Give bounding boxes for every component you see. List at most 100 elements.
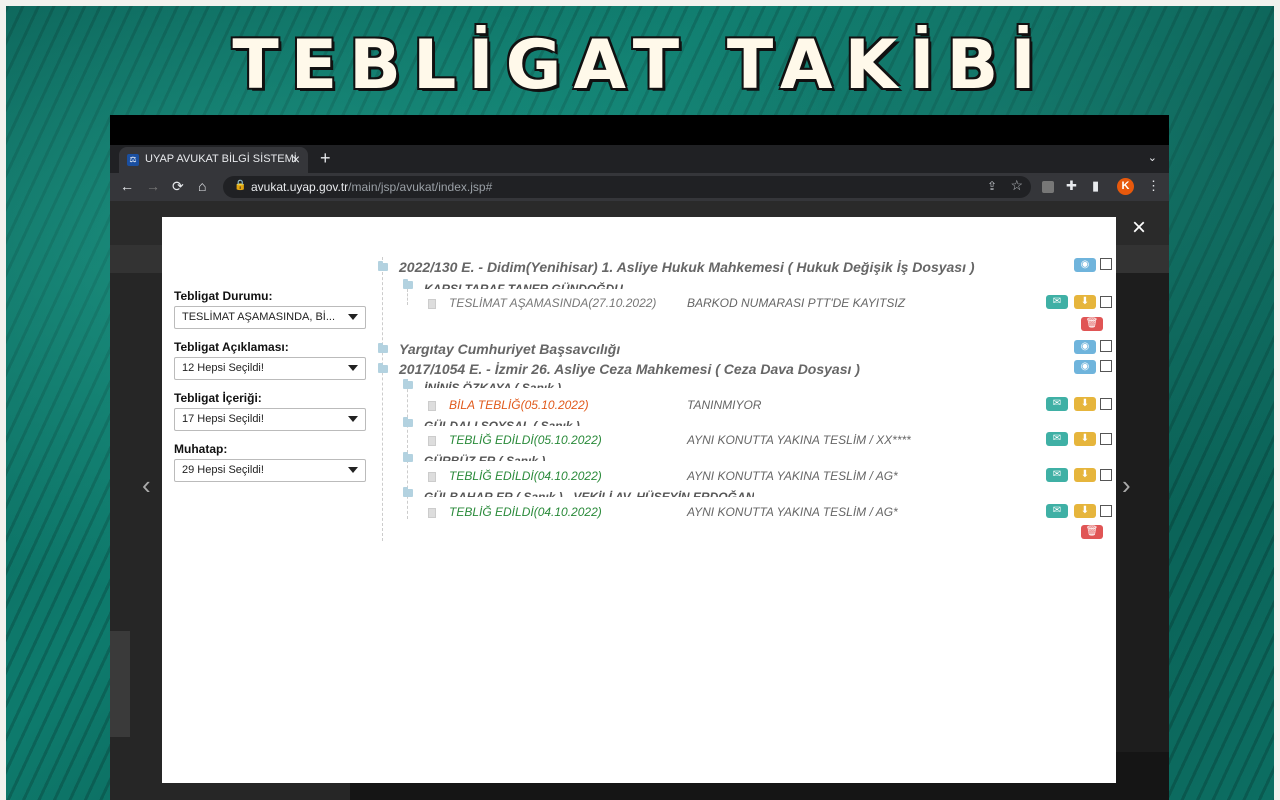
new-tab-button[interactable]: +	[320, 148, 331, 169]
eye-icon[interactable]: ◉	[1074, 340, 1096, 354]
profile-avatar[interactable]: K	[1117, 178, 1134, 195]
folder-icon	[403, 279, 413, 289]
case-title[interactable]: Yargıtay Cumhuriyet Başsavcılığı	[399, 341, 620, 357]
notice-description: AYNI KONUTTA YAKINA TESLİM / AG*	[687, 469, 898, 483]
download-icon[interactable]: ⬇	[1074, 397, 1096, 411]
tab-close-icon[interactable]: ×	[292, 151, 300, 167]
case-checkbox[interactable]	[1100, 360, 1112, 372]
notice-status[interactable]: TESLİMAT AŞAMASINDA(27.10.2022)	[449, 296, 656, 310]
notice-tracking-modal: Tebligat Durumu: TESLİMAT AŞAMASINDA, Bİ…	[162, 217, 1116, 783]
notice-checkbox[interactable]	[1100, 469, 1112, 481]
document-icon	[428, 436, 436, 446]
message-icon[interactable]: ✉	[1046, 504, 1068, 518]
address-bar[interactable]: 🔒 avukat.uyap.gov.tr/main/jsp/avukat/ind…	[223, 176, 1031, 198]
reload-button[interactable]: ⟳	[172, 178, 184, 195]
description-select-value: 12 Hepsi Seçildi!	[182, 362, 264, 374]
message-icon[interactable]: ✉	[1046, 397, 1068, 411]
folder-icon	[403, 417, 413, 427]
url-text: avukat.uyap.gov.tr/main/jsp/avukat/index…	[251, 180, 492, 194]
folder-icon	[403, 379, 413, 389]
lock-icon: 🔒	[234, 180, 247, 191]
back-button[interactable]: ←	[120, 178, 134, 194]
notice-description: AYNI KONUTTA YAKINA TESLİM / XX****	[687, 433, 911, 447]
share-icon[interactable]: ⇪	[987, 179, 997, 193]
home-button[interactable]: ⌂	[198, 178, 206, 194]
download-icon[interactable]: ⬇	[1074, 432, 1096, 446]
party-title[interactable]: İNİNİS ÖZKAYA ( Sanık )	[424, 381, 561, 388]
notice-tree: 2022/130 E. - Didim(Yenihisar) 1. Asliye…	[378, 257, 1112, 547]
url-path: /main/jsp/avukat/index.jsp#	[348, 180, 493, 194]
caret-down-icon	[348, 467, 358, 473]
delete-icon[interactable]: 🗑	[1081, 525, 1103, 539]
puzzle-extensions-icon[interactable]: ✚	[1066, 178, 1077, 194]
notice-checkbox[interactable]	[1100, 505, 1112, 517]
document-icon	[428, 299, 436, 309]
case-title[interactable]: 2017/1054 E. - İzmir 26. Asliye Ceza Mah…	[399, 361, 860, 377]
content-select[interactable]: 17 Hepsi Seçildi!	[174, 408, 366, 431]
caret-down-icon	[348, 365, 358, 371]
tree-line	[407, 379, 408, 519]
tab-search-chevron-icon[interactable]: ⌄	[1148, 151, 1157, 164]
download-icon[interactable]: ⬇	[1074, 468, 1096, 482]
forward-button[interactable]: →	[146, 178, 160, 194]
notice-status[interactable]: TEBLİĞ EDİLDİ(04.10.2022)	[449, 505, 602, 519]
recipient-select[interactable]: 29 Hepsi Seçildi!	[174, 459, 366, 482]
tab-title: UYAP AVUKAT BİLGİ SİSTEMİ	[145, 153, 297, 165]
caret-down-icon	[348, 416, 358, 422]
next-arrow-icon[interactable]: ›	[1122, 470, 1131, 501]
extension-icon[interactable]	[1042, 181, 1054, 193]
folder-icon	[378, 343, 388, 353]
content-select-value: 17 Hepsi Seçildi!	[182, 413, 264, 425]
case-title[interactable]: 2022/130 E. - Didim(Yenihisar) 1. Asliye…	[399, 259, 975, 275]
party-title[interactable]: KARŞI TARAF TANER GÜNDOĞDU	[424, 282, 623, 289]
filter-panel: Tebligat Durumu: TESLİMAT AŞAMASINDA, Bİ…	[174, 289, 366, 493]
download-icon[interactable]: ⬇	[1074, 295, 1096, 309]
bookmark-star-icon[interactable]: ☆	[1010, 177, 1023, 194]
document-icon	[428, 401, 436, 411]
modal-close-icon[interactable]: ×	[1128, 216, 1150, 240]
delete-icon[interactable]: 🗑	[1081, 317, 1103, 331]
browser-toolbar: ← → ⟳ ⌂ 🔒 avukat.uyap.gov.tr/main/jsp/av…	[110, 173, 1169, 201]
tree-line	[382, 257, 383, 541]
party-title[interactable]: GÜLBAHAR ER ( Sanık ) - VEKİLİ AV. HÜSEY…	[424, 490, 754, 497]
notice-checkbox[interactable]	[1100, 296, 1112, 308]
notice-status[interactable]: BİLA TEBLİĞ(05.10.2022)	[449, 398, 589, 412]
notice-status[interactable]: TEBLİĞ EDİLDİ(05.10.2022)	[449, 433, 602, 447]
message-icon[interactable]: ✉	[1046, 295, 1068, 309]
document-icon	[428, 508, 436, 518]
notice-checkbox[interactable]	[1100, 433, 1112, 445]
tab-uyap[interactable]: ⚖ UYAP AVUKAT BİLGİ SİSTEMİ ×	[119, 147, 308, 173]
eye-icon[interactable]: ◉	[1074, 360, 1096, 374]
eye-icon[interactable]: ◉	[1074, 258, 1096, 272]
browser-menu-icon[interactable]: ⋮	[1147, 178, 1160, 194]
folder-icon	[378, 363, 388, 373]
filter-label-description: Tebligat Açıklaması:	[174, 340, 289, 354]
message-icon[interactable]: ✉	[1046, 468, 1068, 482]
notice-description: TANINMIYOR	[687, 398, 762, 412]
party-title[interactable]: GÜRBÜZ ER ( Sanık )	[424, 454, 545, 461]
url-domain: avukat.uyap.gov.tr	[251, 180, 349, 194]
notice-description: AYNI KONUTTA YAKINA TESLİM / AG*	[687, 505, 898, 519]
message-icon[interactable]: ✉	[1046, 432, 1068, 446]
status-select[interactable]: TESLİMAT AŞAMASINDA, Bİ...	[174, 306, 366, 329]
party-title[interactable]: GÜLDALI SOYSAL ( Sanık )	[424, 419, 580, 426]
banner-title: TEBLİGAT TAKİBİ	[232, 26, 1048, 105]
folder-icon	[403, 487, 413, 497]
folder-icon	[403, 452, 413, 462]
caret-down-icon	[348, 314, 358, 320]
case-checkbox[interactable]	[1100, 340, 1112, 352]
status-select-value: TESLİMAT AŞAMASINDA, Bİ...	[182, 311, 336, 323]
notice-description: BARKOD NUMARASI PTT'DE KAYITSIZ	[687, 296, 906, 310]
tree-line	[407, 289, 408, 305]
notice-status[interactable]: TEBLİĞ EDİLDİ(04.10.2022)	[449, 469, 602, 483]
filter-label-recipient: Muhatap:	[174, 442, 228, 456]
download-icon[interactable]: ⬇	[1074, 504, 1096, 518]
recipient-select-value: 29 Hepsi Seçildi!	[182, 464, 264, 476]
notice-checkbox[interactable]	[1100, 398, 1112, 410]
side-panel-icon[interactable]: ▮	[1092, 178, 1099, 194]
previous-arrow-icon[interactable]: ‹	[142, 470, 151, 501]
side-tab-background	[110, 631, 130, 737]
filter-label-status: Tebligat Durumu:	[174, 289, 273, 303]
description-select[interactable]: 12 Hepsi Seçildi!	[174, 357, 366, 380]
case-checkbox[interactable]	[1100, 258, 1112, 270]
